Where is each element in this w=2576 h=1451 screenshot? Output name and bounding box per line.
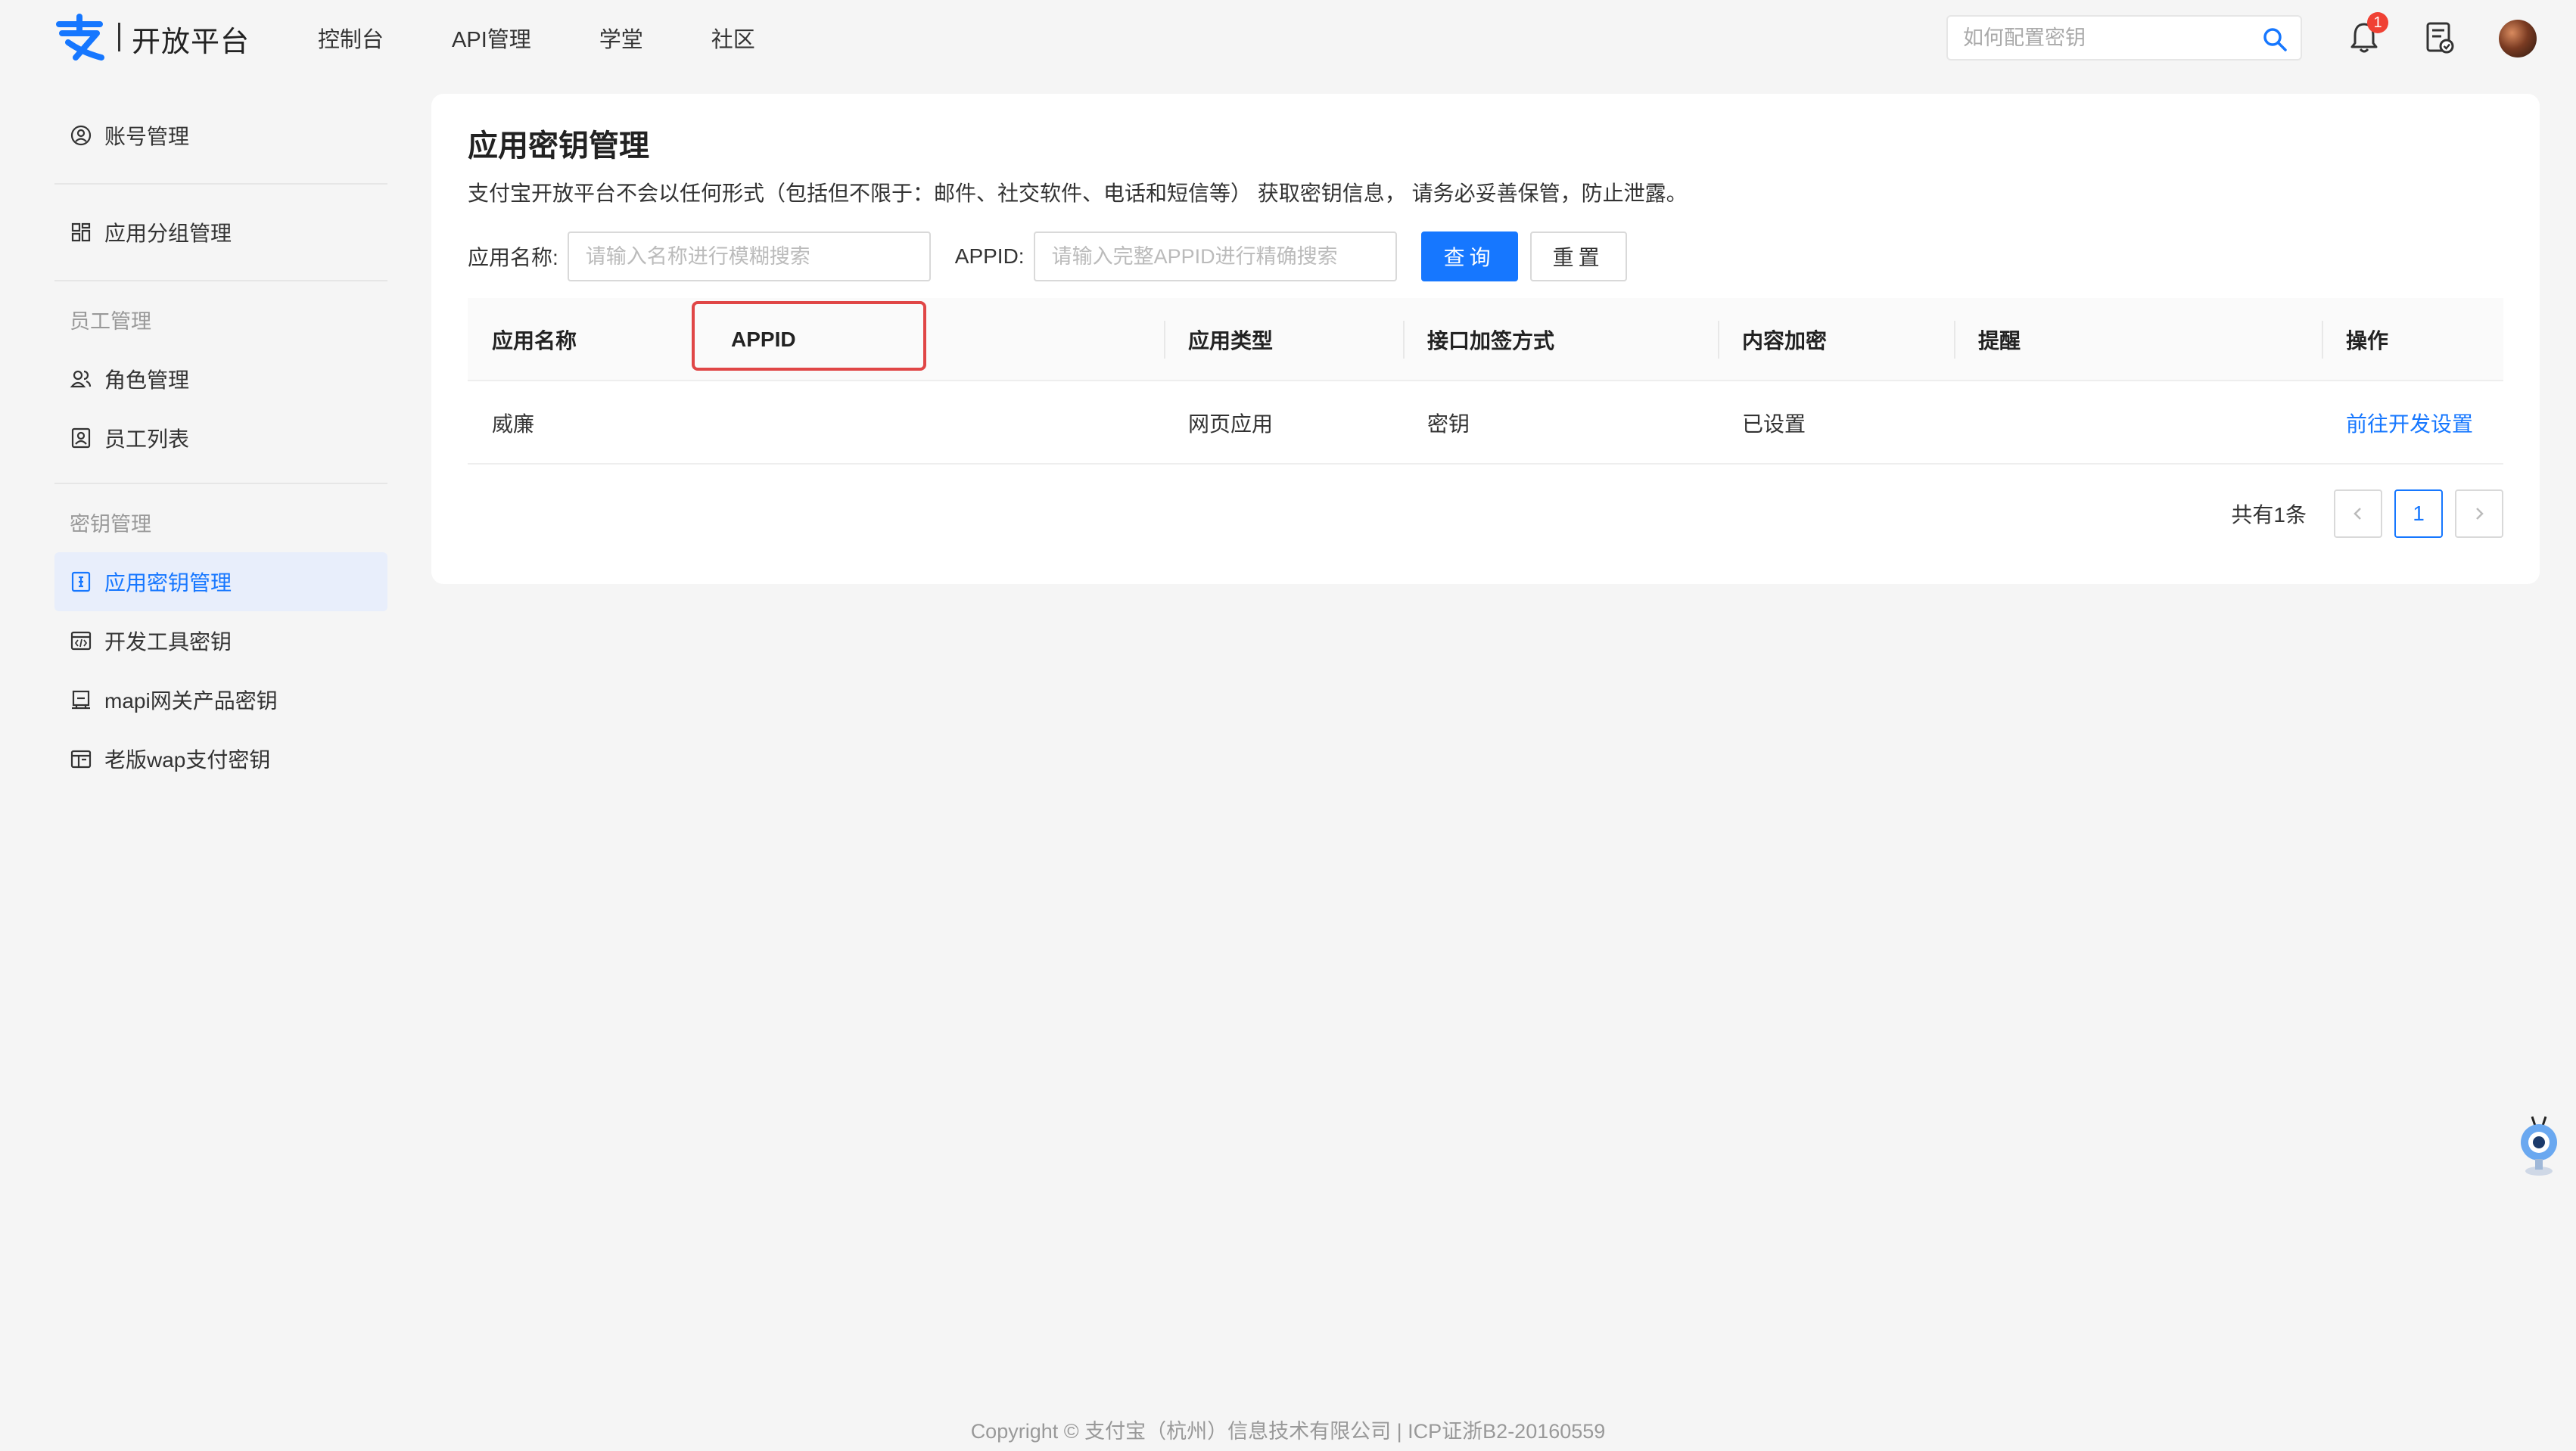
- grid-icon: [71, 222, 91, 242]
- sidebar-group-staff: 员工管理: [70, 309, 151, 333]
- column-separator: [2322, 321, 2323, 359]
- document-icon[interactable]: [2425, 21, 2455, 54]
- appid-highlight-box: [692, 301, 926, 371]
- header-content-encrypt: 内容加密: [1742, 329, 1828, 353]
- sidebar-item-label: 开发工具密钥: [104, 630, 232, 654]
- appid-input[interactable]: [1033, 231, 1397, 281]
- sidebar-item-mapi-keys[interactable]: mapi网关产品密钥: [54, 670, 387, 729]
- query-button[interactable]: 查询: [1420, 231, 1518, 281]
- nav-community[interactable]: 社区: [711, 22, 755, 54]
- pagination: 共有1条 1: [2231, 489, 2503, 539]
- sidebar-item-label: 应用分组管理: [104, 222, 232, 245]
- logo-divider: [118, 23, 120, 51]
- table-row: 威廉 网页应用 密钥 已设置 前往开发设置: [468, 381, 2503, 465]
- nav-console[interactable]: 控制台: [318, 22, 384, 54]
- sidebar-item-label: 账号管理: [104, 125, 190, 148]
- sidebar-item-wap-pay-keys[interactable]: 老版wap支付密钥: [54, 729, 387, 788]
- header-app-type: 应用类型: [1188, 329, 1274, 353]
- prev-page-button[interactable]: [2334, 489, 2382, 538]
- page-title: 应用密钥管理: [468, 129, 649, 163]
- header-app-name: 应用名称: [492, 329, 577, 353]
- header-search: [1946, 15, 2302, 61]
- assistant-robot-icon[interactable]: [2512, 1112, 2565, 1180]
- app-key-table: 应用名称 APPID 应用类型 接口加签方式 内容加密 提醒 操作 威廉 网页应…: [468, 298, 2503, 465]
- cell-app-type: 网页应用: [1188, 412, 1274, 436]
- user-circle-icon: [70, 125, 92, 146]
- app-name-label: 应用名称:: [468, 246, 558, 269]
- sidebar-item-app-groups[interactable]: 应用分组管理: [54, 203, 387, 262]
- key-doc-icon: [71, 571, 91, 592]
- chevron-left-icon: [2354, 508, 2361, 520]
- header-actions: 操作: [2346, 329, 2389, 353]
- main-card: 应用密钥管理 支付宝开放平台不会以任何形式（包括但不限于：邮件、社交软件、电话和…: [431, 94, 2540, 584]
- appid-label: APPID:: [954, 244, 1025, 268]
- main-nav: 控制台 API管理 学堂 社区: [318, 0, 823, 76]
- chevron-right-icon: [2476, 508, 2484, 520]
- platform-title[interactable]: 开放平台: [132, 18, 250, 60]
- search-icon[interactable]: [2261, 26, 2288, 53]
- sidebar-item-label: mapi网关产品密钥: [104, 689, 278, 713]
- header-reminder: 提醒: [1978, 329, 2021, 353]
- sidebar-item-label: 角色管理: [104, 368, 190, 392]
- header-appid: APPID: [731, 328, 796, 351]
- search-input[interactable]: [1963, 17, 2251, 59]
- sidebar-item-account[interactable]: 账号管理: [54, 106, 387, 165]
- sidebar-divider: [54, 483, 387, 484]
- header-sign-method: 接口加签方式: [1427, 329, 1555, 353]
- users-icon: [70, 370, 92, 388]
- sidebar-item-app-keys[interactable]: 应用密钥管理: [54, 552, 387, 611]
- app-name-input[interactable]: [567, 231, 931, 281]
- book-icon: [72, 690, 90, 710]
- column-separator: [1954, 321, 1955, 359]
- next-page-button[interactable]: [2455, 489, 2503, 538]
- avatar[interactable]: [2499, 20, 2537, 57]
- sidebar-item-staff-list[interactable]: 员工列表: [54, 409, 387, 468]
- notification-badge: 1: [2367, 12, 2388, 33]
- go-dev-settings-link[interactable]: 前往开发设置: [2346, 381, 2473, 465]
- page-1-button[interactable]: 1: [2394, 489, 2443, 538]
- id-card-icon: [71, 427, 91, 449]
- table-header: 应用名称 APPID 应用类型 接口加签方式 内容加密 提醒 操作: [468, 298, 2503, 381]
- cell-content-encrypt: 已设置: [1742, 412, 1806, 436]
- sidebar-item-label: 员工列表: [104, 427, 190, 451]
- filter-bar: 应用名称: APPID: 查询 重置: [468, 231, 1627, 281]
- nav-api-management[interactable]: API管理: [452, 22, 531, 54]
- sidebar-item-label: 应用密钥管理: [104, 571, 232, 595]
- column-separator: [1403, 321, 1405, 359]
- footer-copyright: Copyright © 支付宝（杭州）信息技术有限公司 | ICP证浙B2-20…: [970, 1420, 1606, 1443]
- column-separator: [1164, 321, 1165, 359]
- reset-button[interactable]: 重置: [1529, 231, 1627, 281]
- sidebar-item-roles[interactable]: 角色管理: [54, 350, 387, 409]
- total-count: 共有1条: [2231, 503, 2307, 527]
- sidebar: 账号管理 应用分组管理 员工管理 角色管理 员工列表 密钥管理 应用密钥管理 开…: [54, 106, 387, 788]
- alipay-logo-icon[interactable]: [53, 14, 106, 62]
- sidebar-divider: [54, 280, 387, 281]
- top-header: 开放平台 控制台 API管理 学堂 社区 1: [0, 0, 2576, 76]
- sidebar-group-keys: 密钥管理: [70, 512, 151, 536]
- security-notice: 支付宝开放平台不会以任何形式（包括但不限于：邮件、社交软件、电话和短信等） 获取…: [468, 182, 1688, 205]
- sidebar-divider: [54, 183, 387, 185]
- column-separator: [1718, 321, 1719, 359]
- calendar-icon: [70, 750, 92, 769]
- cell-app-name: 威廉: [492, 412, 535, 436]
- nav-academy[interactable]: 学堂: [599, 22, 643, 54]
- sidebar-item-dev-tool-keys[interactable]: 开发工具密钥: [54, 611, 387, 670]
- cell-sign-method: 密钥: [1427, 412, 1470, 436]
- code-icon: [70, 631, 92, 651]
- sidebar-item-label: 老版wap支付密钥: [104, 748, 271, 772]
